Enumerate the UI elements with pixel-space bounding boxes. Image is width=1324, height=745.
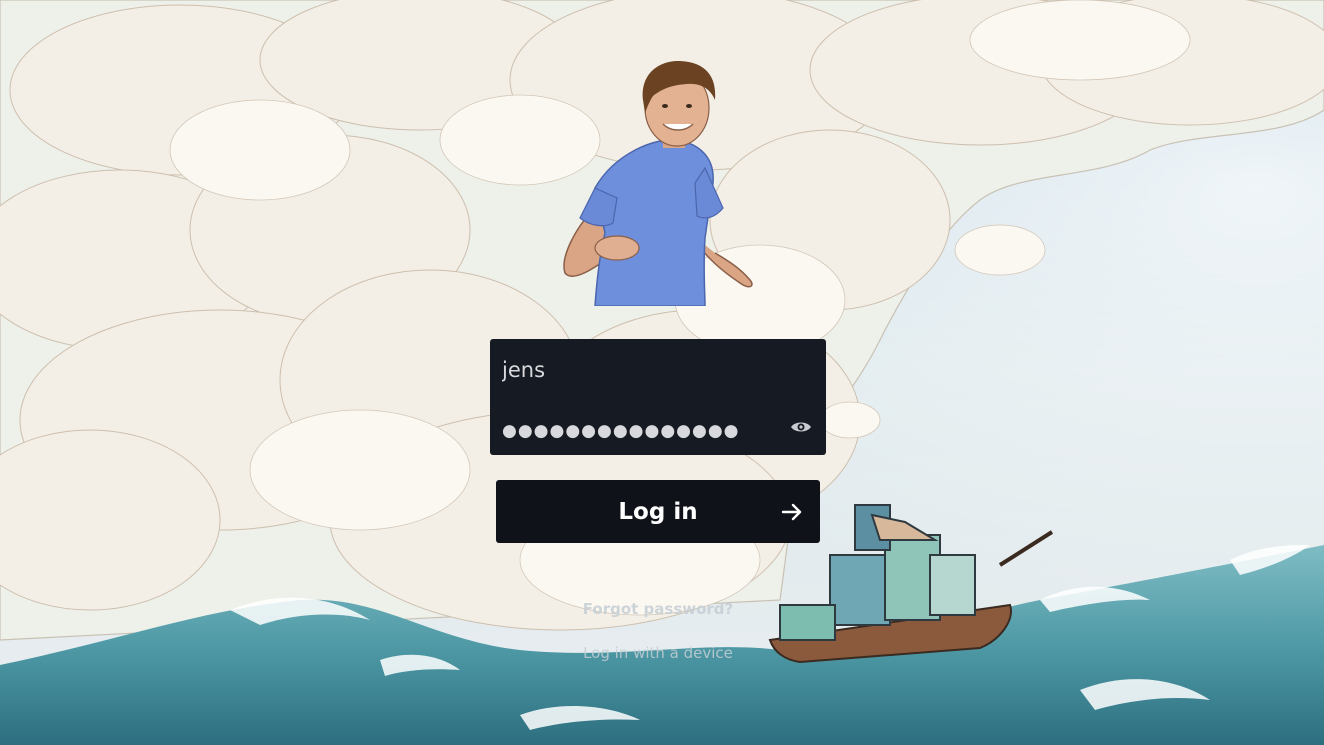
eye-icon[interactable] (790, 419, 812, 435)
profile-avatar (563, 60, 753, 306)
device-login-link[interactable]: Log in with a device (500, 644, 816, 662)
password-input[interactable]: ●●●●●●●●●●●●●●● (502, 415, 762, 447)
login-screen: ●●●●●●●●●●●●●●● Log in Forgot password? … (0, 0, 1324, 745)
arrow-right-icon (780, 500, 804, 524)
login-button-label: Log in (618, 499, 698, 525)
login-form: ●●●●●●●●●●●●●●● (490, 339, 826, 455)
username-input[interactable] (502, 353, 802, 387)
forgot-password-link[interactable]: Forgot password? (500, 600, 816, 618)
login-button[interactable]: Log in (496, 480, 820, 543)
